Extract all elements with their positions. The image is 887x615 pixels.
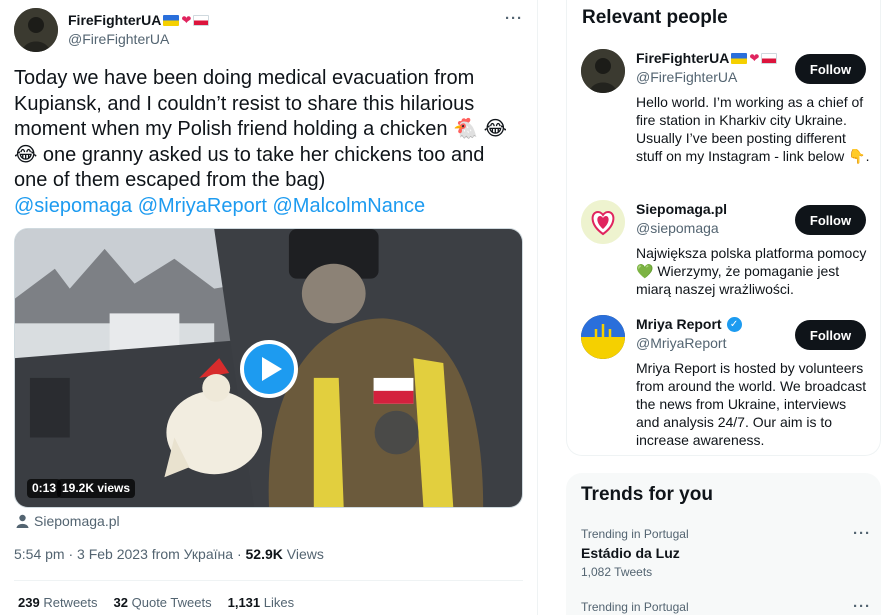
relevant-people-panel: Relevant people FireFighterUA ❤ @FireFig… xyxy=(566,0,881,456)
person-handle[interactable]: @FireFighterUA xyxy=(636,69,737,85)
mentions: @siepomaga @MriyaReport @MalcolmNance xyxy=(14,195,425,217)
likes-label: Likes xyxy=(263,595,295,610)
trends-title: Trends for you xyxy=(581,484,713,505)
video-player[interactable]: 0:13 19.2K views xyxy=(14,228,523,508)
trend-category: Trending in Portugal xyxy=(581,527,689,541)
separator: · xyxy=(236,546,242,562)
tweet-text: Today we have been doing medical evacuat… xyxy=(14,66,519,219)
author-name[interactable]: FireFighterUA ❤ xyxy=(68,12,210,28)
person-handle[interactable]: @MriyaReport xyxy=(636,335,726,351)
person-bio: Największa polska platforma pomocy 💚 Wie… xyxy=(636,245,867,297)
person-name-text: FireFighterUA xyxy=(636,50,730,66)
author-name-text: FireFighterUA xyxy=(68,12,162,28)
tweet-column: FireFighterUA ❤ @FireFighterUA ··· Today… xyxy=(0,0,538,615)
person-name[interactable]: Mriya Report ✓ xyxy=(636,316,742,332)
trend-category: Trending in Portugal xyxy=(581,600,689,614)
relevant-people-title: Relevant people xyxy=(582,7,728,28)
flag-ukraine-icon xyxy=(731,52,748,64)
person-name[interactable]: FireFighterUA ❤ xyxy=(636,50,778,66)
avatar[interactable] xyxy=(581,315,625,359)
person-bio: Mriya Report is hosted by volunteers fro… xyxy=(636,360,867,448)
tweet-meta: 5:54 pm · 3 Feb 2023 from Україна · 52.9… xyxy=(14,546,324,562)
video-views: 19.2K views xyxy=(57,479,136,498)
retweets-label: Retweets xyxy=(43,595,98,610)
flag-poland-icon xyxy=(761,52,778,64)
quotes-stat[interactable]: 32 Quote Tweets xyxy=(114,595,212,610)
follow-button[interactable]: Follow xyxy=(795,320,866,350)
verified-icon: ✓ xyxy=(726,316,742,332)
source-label: Siepomaga.pl xyxy=(34,513,120,529)
retweets-stat[interactable]: 239 Retweets xyxy=(18,595,98,610)
mention-malcolmnance[interactable]: @MalcolmNance xyxy=(273,195,426,217)
trend-count: 1,082 Tweets xyxy=(581,565,653,579)
flag-poland-icon xyxy=(193,14,210,26)
quotes-count: 32 xyxy=(113,595,128,610)
person-name-text: Mriya Report xyxy=(636,316,722,332)
person-handle[interactable]: @siepomaga xyxy=(636,220,719,236)
person-mriyareport[interactable]: Mriya Report ✓ @MriyaReport Follow Mriya… xyxy=(567,315,882,448)
person-icon xyxy=(16,514,29,528)
more-icon[interactable]: ··· xyxy=(853,525,871,542)
person-bio: Hello world. I’m working as a chief of f… xyxy=(636,94,870,164)
mention-siepomaga[interactable]: @siepomaga xyxy=(14,195,132,217)
retweets-count: 239 xyxy=(18,595,40,610)
trends-panel: Trends for you Trending in Portugal Está… xyxy=(566,473,881,615)
person-name[interactable]: Siepomaga.pl xyxy=(636,201,727,217)
quotes-label: Quote Tweets xyxy=(131,595,212,610)
person-firefighterua[interactable]: FireFighterUA ❤ @FireFighterUA Follow He… xyxy=(567,49,882,179)
follow-button[interactable]: Follow xyxy=(795,205,866,235)
tweet-location: from Україна xyxy=(151,546,234,562)
author-avatar[interactable] xyxy=(14,8,58,52)
trend-name: Estádio da Luz xyxy=(581,545,680,561)
follow-button[interactable]: Follow xyxy=(795,54,866,84)
play-button[interactable] xyxy=(240,340,298,398)
divider xyxy=(14,580,523,581)
avatar[interactable] xyxy=(581,49,625,93)
tweet-time[interactable]: 5:54 pm xyxy=(14,546,65,562)
flag-ukraine-icon xyxy=(163,14,180,26)
tweet-date[interactable]: 3 Feb 2023 xyxy=(77,546,148,562)
mention-mriyareport[interactable]: @MriyaReport xyxy=(138,195,267,217)
more-icon[interactable]: ··· xyxy=(505,10,523,27)
heart-fire-icon: ❤ xyxy=(181,13,192,27)
more-icon[interactable]: ··· xyxy=(853,598,871,615)
views-label: Views xyxy=(286,546,324,562)
tweet-body: Today we have been doing medical evacuat… xyxy=(14,67,507,191)
trend-item[interactable]: Trending in Portugal ··· xyxy=(581,598,871,615)
source-link[interactable]: Siepomaga.pl xyxy=(16,513,120,529)
person-siepomaga[interactable]: Siepomaga.pl @siepomaga Follow Największ… xyxy=(567,200,882,300)
trend-item[interactable]: Trending in Portugal Estádio da Luz 1,08… xyxy=(581,525,871,579)
video-duration: 0:13 xyxy=(27,479,62,498)
engagement-stats: 239 Retweets 32 Quote Tweets 1,131 Likes xyxy=(18,595,294,610)
likes-count: 1,131 xyxy=(227,595,261,610)
view-count: 52.9K xyxy=(245,546,283,562)
heart-fire-icon: ❤ xyxy=(749,51,760,65)
separator: · xyxy=(68,546,74,562)
author-handle[interactable]: @FireFighterUA xyxy=(68,31,169,47)
play-icon xyxy=(261,357,282,381)
likes-stat[interactable]: 1,131 Likes xyxy=(228,595,295,610)
avatar[interactable] xyxy=(581,200,625,244)
